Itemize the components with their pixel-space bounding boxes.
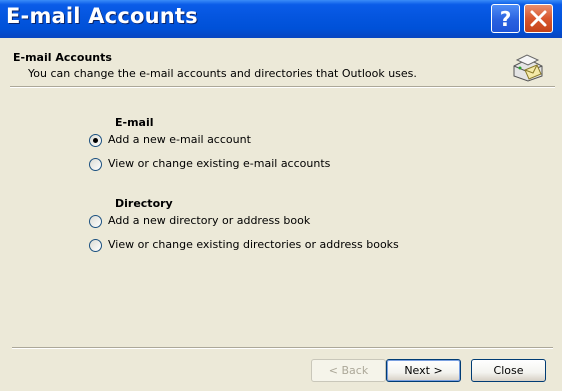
header-separator bbox=[10, 86, 555, 88]
add-directory-label: Add a new directory or address book bbox=[108, 214, 311, 227]
svg-text:?: ? bbox=[500, 7, 512, 31]
view-email-accounts-radio[interactable] bbox=[89, 158, 102, 171]
email-accounts-icon bbox=[511, 52, 545, 85]
next-button[interactable]: Next > bbox=[386, 359, 461, 382]
header-description: You can change the e-mail accounts and d… bbox=[28, 67, 417, 80]
footer-separator bbox=[12, 347, 553, 349]
close-window-button[interactable] bbox=[524, 4, 553, 33]
view-email-accounts-label: View or change existing e-mail accounts bbox=[108, 157, 331, 170]
title-bar[interactable]: E-mail Accounts ? bbox=[0, 0, 562, 38]
close-button[interactable]: Close bbox=[471, 359, 546, 382]
directory-section-title: Directory bbox=[115, 197, 173, 210]
add-directory-radio[interactable] bbox=[89, 215, 102, 228]
add-email-account-radio[interactable] bbox=[89, 134, 102, 147]
close-icon bbox=[530, 10, 547, 27]
header-title: E-mail Accounts bbox=[13, 51, 112, 64]
back-button[interactable]: < Back bbox=[311, 359, 386, 382]
add-email-account-label: Add a new e-mail account bbox=[108, 133, 251, 146]
help-button[interactable]: ? bbox=[491, 4, 520, 33]
email-section-title: E-mail bbox=[115, 116, 154, 129]
question-mark-icon: ? bbox=[500, 7, 512, 31]
view-directories-radio[interactable] bbox=[89, 239, 102, 252]
view-directories-label: View or change existing directories or a… bbox=[108, 238, 399, 251]
window-title: E-mail Accounts bbox=[6, 4, 198, 28]
dialog-body: E-mail Accounts You can change the e-mai… bbox=[3, 38, 559, 391]
